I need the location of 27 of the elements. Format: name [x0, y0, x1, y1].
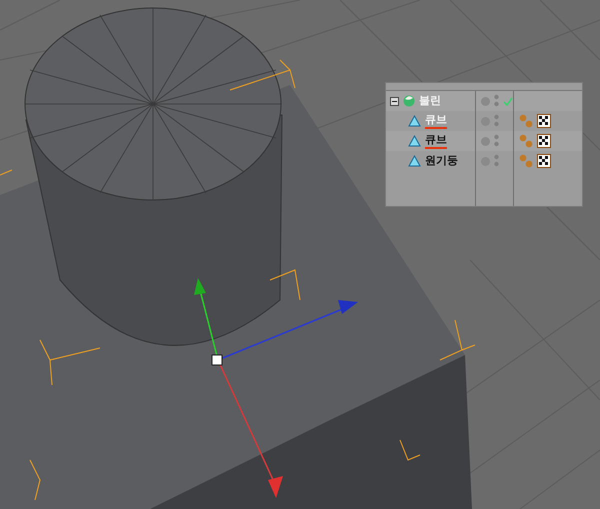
selection-bracket	[440, 320, 476, 360]
material-tag-icon	[519, 134, 533, 148]
selection-bracket	[270, 269, 300, 300]
selection-bracket	[230, 60, 296, 90]
selection-bracket	[40, 340, 100, 386]
material-tag-icon	[519, 114, 533, 128]
checker-tag-icon	[537, 134, 551, 148]
selection-bracket	[400, 440, 420, 461]
toggle-dots-icon	[494, 134, 499, 148]
sphere-icon	[403, 95, 415, 107]
checker-tag-icon	[537, 114, 551, 128]
selection-bracket	[30, 460, 41, 500]
triangle-icon	[408, 115, 421, 127]
visibility-dot[interactable]	[481, 136, 490, 146]
toggle-dots-icon	[494, 94, 499, 108]
selection-bracket	[0, 170, 12, 176]
object-label[interactable]: 큐브	[425, 134, 447, 148]
checker-tag-icon	[537, 154, 551, 168]
object-label[interactable]: 원기둥	[425, 154, 458, 168]
check-icon[interactable]	[503, 96, 513, 106]
material-tag-icon	[519, 154, 533, 168]
toggle-dots-icon	[494, 114, 499, 128]
triangle-icon	[408, 155, 421, 167]
triangle-icon	[408, 135, 421, 147]
toggle-dots-icon	[494, 154, 499, 168]
collapse-icon[interactable]	[390, 96, 399, 106]
visibility-dot[interactable]	[481, 96, 490, 106]
